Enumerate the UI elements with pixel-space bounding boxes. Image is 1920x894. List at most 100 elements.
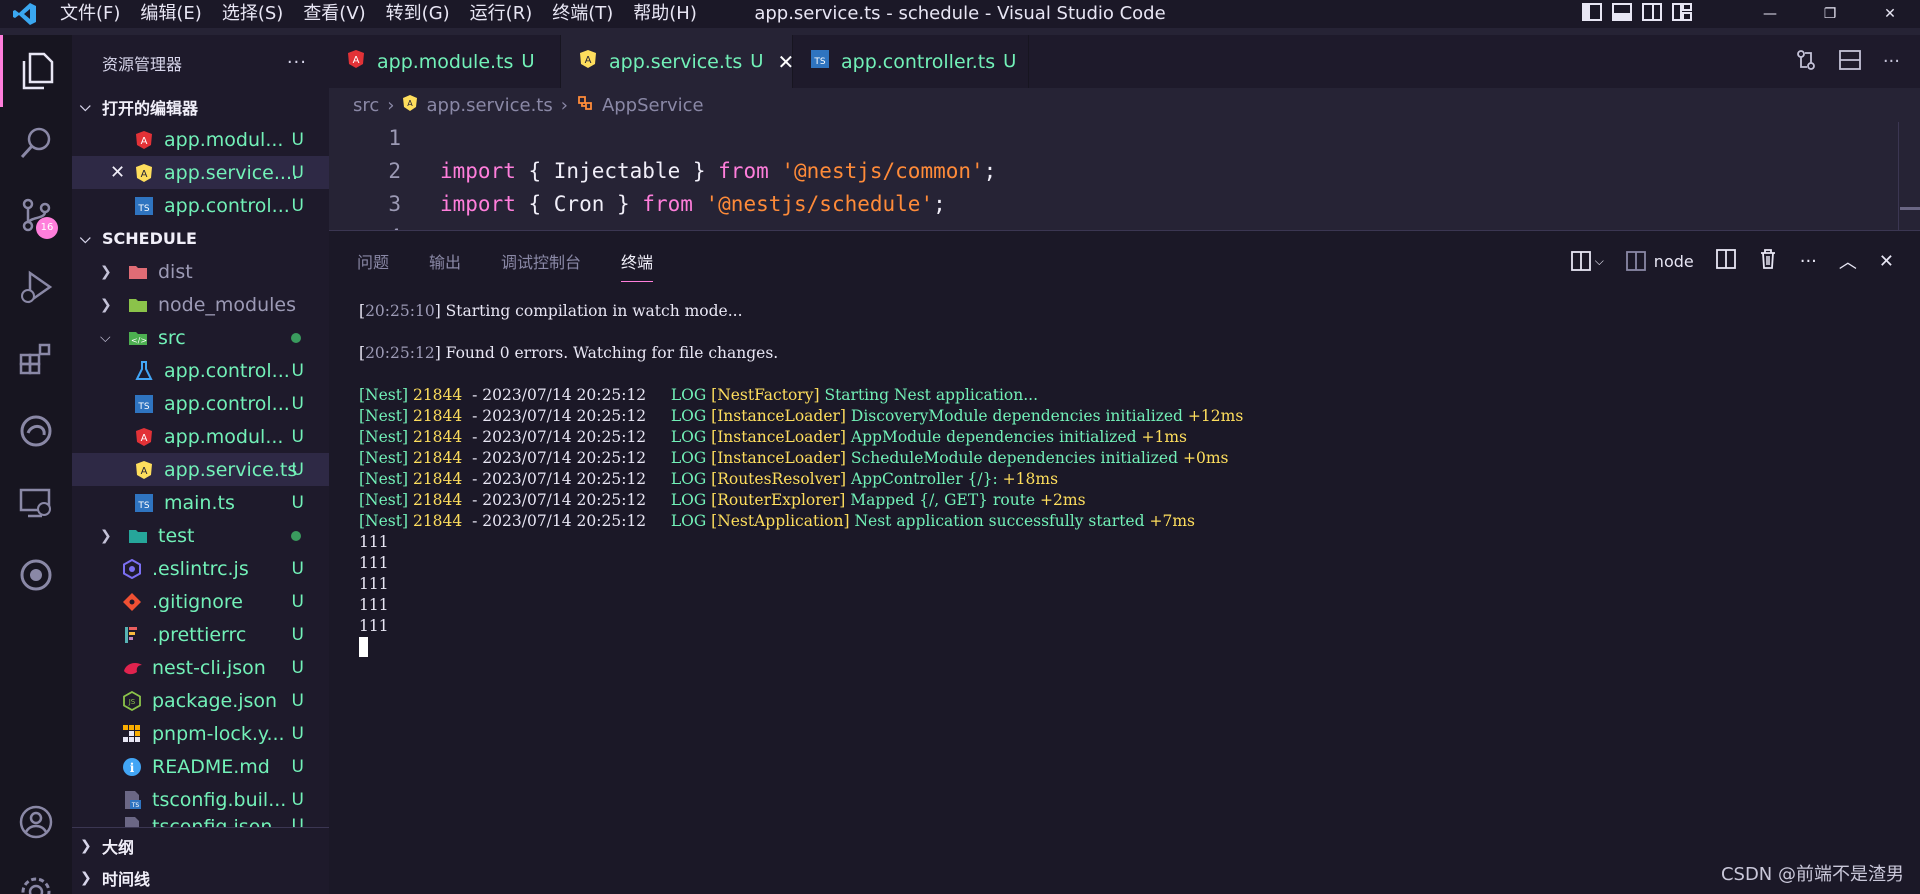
outline-section[interactable]: ❯ 大纲 [72,829,134,862]
open-editor-item[interactable]: ✕ A app.service.... U [72,156,329,189]
terminal-instance[interactable]: node [1625,251,1694,271]
edge-icon[interactable] [0,395,72,467]
svg-text:A: A [408,99,414,108]
terminal-output[interactable]: [20:25:10] Starting compilation in watch… [359,301,1899,658]
tree-folder-src[interactable]: ⌵ </> src [72,321,329,354]
target-icon[interactable] [0,539,72,611]
restore-button[interactable]: ❐ [1800,0,1860,28]
close-icon[interactable]: ✕ [110,162,134,183]
split-editor-icon[interactable] [1838,49,1861,74]
project-section[interactable]: ⌵ SCHEDULE [72,222,329,255]
customize-layout-icon[interactable] [1672,3,1692,25]
angular-red-icon: A [347,49,365,74]
code-line: 4 [329,221,401,230]
tree-folder-test[interactable]: ❯ test [72,519,329,552]
timeline-section[interactable]: ❯ 时间线 [72,861,150,894]
toggle-primary-sidebar-icon[interactable] [1582,3,1602,25]
tree-file[interactable]: nest-cli.json U [72,651,329,684]
menu-edit[interactable]: 编辑(E) [130,0,211,28]
open-editor-item[interactable]: A app.modul... U [72,123,329,156]
remote-explorer-icon[interactable] [0,467,72,539]
close-panel-icon[interactable]: ✕ [1879,251,1894,272]
tree-file[interactable]: TS tsconfig.buil... U [72,783,329,816]
extensions-icon[interactable] [0,323,72,395]
toggle-panel-icon[interactable] [1612,3,1632,25]
status-untracked: U [291,162,304,183]
open-editor-item[interactable]: TS app.control... U [72,189,329,222]
git-icon [122,592,142,612]
log-duration: +7ms [1149,512,1195,530]
log-level: LOG [670,491,707,509]
explorer-icon[interactable] [0,35,72,107]
menu-go[interactable]: 转到(G) [376,0,460,28]
tree-file[interactable]: i README.md U [72,750,329,783]
new-terminal-split-icon[interactable]: ⌵ [1570,251,1604,271]
tab-problems[interactable]: 问题 [357,241,389,281]
maximize-panel-icon[interactable]: ︿ [1839,248,1857,274]
scrollbar-thumb[interactable] [1900,207,1920,210]
run-debug-icon[interactable] [0,251,72,323]
svg-text:i: i [130,761,135,775]
tree-folder-node-modules[interactable]: ❯ node_modules [72,288,329,321]
menu-file[interactable]: 文件(F) [50,0,130,28]
search-icon[interactable] [0,107,72,179]
tree-item-label: app.modul... [164,425,284,448]
code-editor[interactable]: 1 2 import { Injectable } from '@nestjs/… [329,122,1920,230]
editor-more-actions-button[interactable]: ··· [1883,51,1900,72]
tree-file[interactable]: TS main.ts U [72,486,329,519]
typescript-icon: TS [134,394,154,414]
tree-file[interactable]: TS app.control... U [72,387,329,420]
tree-file[interactable]: .gitignore U [72,585,329,618]
tab-terminal[interactable]: 终端 [621,241,654,282]
tree-folder-dist[interactable]: ❯ dist [72,255,329,288]
import-specifiers: { Cron } [515,192,643,216]
tree-file[interactable]: A app.modul... U [72,420,329,453]
source-control-icon[interactable]: 16 [0,179,72,251]
breadcrumb-folder[interactable]: src [353,95,379,116]
menu-help[interactable]: 帮助(H) [623,0,707,28]
menu-terminal[interactable]: 终端(T) [542,0,623,28]
bottom-panel: 问题 输出 调试控制台 终端 ⌵ node ··· ︿ ✕ [20:25:10]… [329,230,1920,894]
tree-file[interactable]: app.control... U [72,354,329,387]
tab-app-service[interactable]: A app.service.ts U ✕ [561,35,794,88]
menu-selection[interactable]: 选择(S) [212,0,293,28]
angular-yellow-icon: A [134,163,154,183]
status-untracked: U [291,195,304,216]
minimize-button[interactable]: — [1740,0,1800,28]
editor-scrollbar[interactable] [1898,122,1920,230]
open-editors-section[interactable]: ⌵ 打开的编辑器 [72,90,329,123]
log-context: [NestFactory] [711,386,820,404]
menu-run[interactable]: 运行(R) [460,0,543,28]
trash-icon[interactable] [1758,248,1778,274]
tab-output[interactable]: 输出 [429,241,461,281]
nest-tag: [Nest] [359,428,409,446]
tree-file[interactable]: pnpm-lock.y... U [72,717,329,750]
terminal-cursor [359,637,368,657]
tab-app-module[interactable]: A app.module.ts U [329,35,561,88]
code-line: 3 import { Cron } from '@nestjs/schedule… [329,188,945,221]
terminal-message: Found 0 errors. Watching for file change… [445,344,779,362]
process-id: 21844 [412,386,463,404]
explorer-more-button[interactable]: ··· [287,52,307,73]
panel-more-button[interactable]: ··· [1800,251,1817,272]
breadcrumb-symbol[interactable]: AppService [602,95,704,116]
typescript-icon: TS [811,50,829,73]
toggle-secondary-sidebar-icon[interactable] [1642,3,1662,25]
tab-app-controller[interactable]: TS app.controller.ts U [793,35,1029,88]
tree-file-selected[interactable]: A app.service.ts U [72,453,329,486]
breadcrumb-file[interactable]: app.service.ts [426,95,552,116]
split-terminal-icon[interactable] [1715,249,1736,273]
tree-file[interactable]: .prettierrc U [72,618,329,651]
account-icon[interactable] [0,786,72,858]
close-window-button[interactable]: ✕ [1860,0,1920,28]
status-untracked: U [291,459,304,480]
folder-test-icon [128,526,148,546]
menu-view[interactable]: 查看(V) [293,0,375,28]
tree-file[interactable]: JS package.json U [72,684,329,717]
tree-file[interactable]: .eslintrc.js U [72,552,329,585]
tab-debug-console[interactable]: 调试控制台 [501,241,581,281]
settings-gear-icon[interactable]: 1 [0,856,72,894]
open-changes-icon[interactable] [1795,49,1817,75]
close-tab-icon[interactable]: ✕ [777,50,794,74]
title-bar: 文件(F) 编辑(E) 选择(S) 查看(V) 转到(G) 运行(R) 终端(T… [0,0,1920,28]
